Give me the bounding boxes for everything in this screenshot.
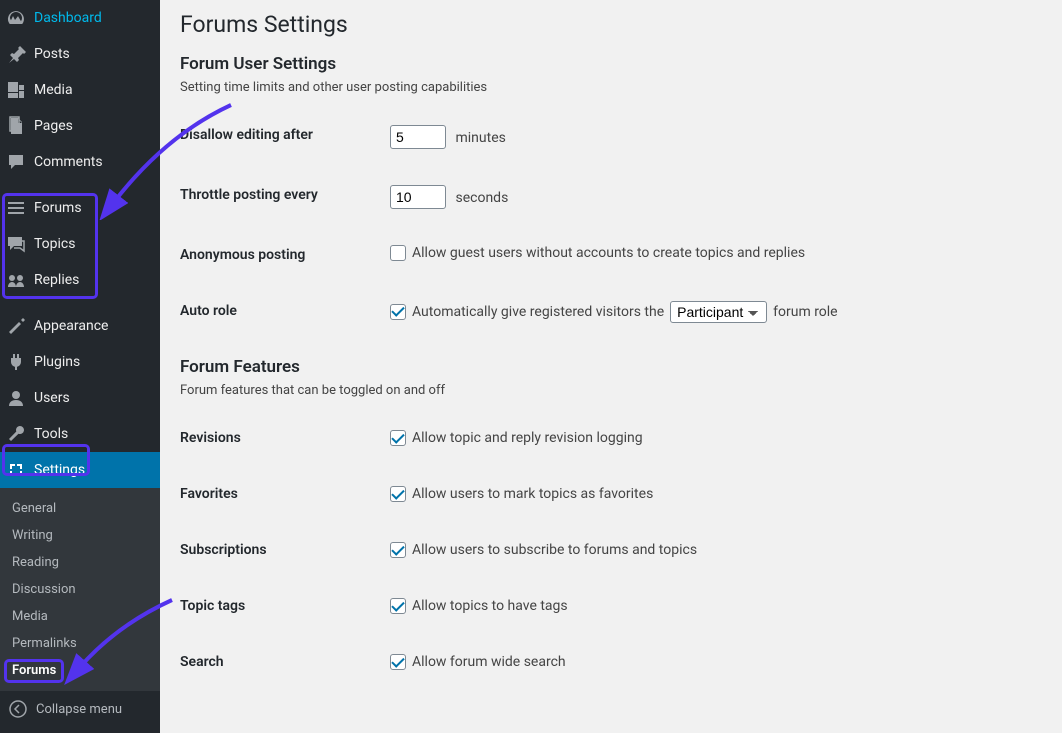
sidebar-item-appearance[interactable]: Appearance: [0, 308, 160, 344]
pages-icon: [6, 116, 26, 136]
section-description: Setting time limits and other user posti…: [180, 80, 1042, 95]
feature-option-search[interactable]: Allow forum wide search: [390, 654, 566, 670]
dashboard-icon: [6, 8, 26, 28]
settings-submenu: General Writing Reading Discussion Media…: [0, 488, 160, 691]
feature-checkbox[interactable]: [390, 542, 406, 558]
sidebar-item-media[interactable]: Media: [0, 72, 160, 108]
sidebar-item-label: Media: [34, 82, 152, 98]
disallow-editing-input[interactable]: [390, 125, 446, 149]
sidebar-item-label: Settings: [34, 462, 152, 478]
anonymous-posting-option[interactable]: Allow guest users without accounts to cr…: [390, 245, 805, 261]
settings-icon: [6, 460, 26, 480]
submenu-item-general[interactable]: General: [0, 495, 160, 522]
autorole-select[interactable]: Participant: [670, 301, 767, 323]
sidebar-item-label: Topics: [34, 236, 152, 252]
row-label-throttle: Throttle posting every: [180, 167, 380, 227]
autorole-label-before: Automatically give registered visitors t…: [412, 304, 664, 320]
sidebar-item-label: Replies: [34, 272, 152, 288]
tools-icon: [6, 424, 26, 444]
row-label-disallow-editing: Disallow editing after: [180, 107, 380, 167]
sidebar-item-comments[interactable]: Comments: [0, 144, 160, 180]
user-settings-table: Disallow editing after minutes Throttle …: [180, 107, 1042, 341]
row-label: Subscriptions: [180, 522, 380, 578]
section-description-features: Forum features that can be toggled on an…: [180, 383, 1042, 398]
page-title: Forums Settings: [180, 10, 1042, 40]
throttle-input[interactable]: [390, 185, 446, 209]
plugins-icon: [6, 352, 26, 372]
sidebar-item-label: Plugins: [34, 354, 152, 370]
submenu-item-media[interactable]: Media: [0, 603, 160, 630]
sidebar-item-label: Tools: [34, 426, 152, 442]
section-heading-forum-features: Forum Features: [180, 357, 1042, 377]
feature-option-revisions[interactable]: Allow topic and reply revision logging: [390, 430, 643, 446]
sidebar-item-tools[interactable]: Tools: [0, 416, 160, 452]
unit-minutes: minutes: [455, 130, 505, 146]
feature-option-favorites[interactable]: Allow users to mark topics as favorites: [390, 486, 653, 502]
media-icon: [6, 80, 26, 100]
feature-text: Allow users to subscribe to forums and t…: [412, 542, 697, 558]
collapse-icon: [8, 699, 28, 719]
row-label-anonymous: Anonymous posting: [180, 227, 380, 283]
section-heading-user-settings: Forum User Settings: [180, 54, 1042, 74]
feature-checkbox[interactable]: [390, 486, 406, 502]
sidebar-item-users[interactable]: Users: [0, 380, 160, 416]
anonymous-checkbox-label: Allow guest users without accounts to cr…: [412, 245, 805, 261]
feature-checkbox[interactable]: [390, 430, 406, 446]
sidebar-item-dashboard[interactable]: Dashboard: [0, 0, 160, 36]
sidebar-item-forums[interactable]: Forums: [0, 190, 160, 226]
feature-option-topic-tags[interactable]: Allow topics to have tags: [390, 598, 568, 614]
submenu-item-forums[interactable]: Forums: [0, 657, 160, 684]
row-label: Search: [180, 634, 380, 690]
row-label-autorole: Auto role: [180, 283, 380, 341]
submenu-item-writing[interactable]: Writing: [0, 522, 160, 549]
feature-option-subscriptions[interactable]: Allow users to subscribe to forums and t…: [390, 542, 697, 558]
submenu-item-reading[interactable]: Reading: [0, 549, 160, 576]
feature-text: Allow topic and reply revision logging: [412, 430, 643, 446]
sidebar-item-settings[interactable]: Settings: [0, 452, 160, 488]
replies-icon: [6, 270, 26, 290]
forums-icon: [6, 198, 26, 218]
feature-text: Allow topics to have tags: [412, 598, 568, 614]
pin-icon: [6, 44, 26, 64]
submenu-item-discussion[interactable]: Discussion: [0, 576, 160, 603]
admin-sidebar: Dashboard Posts Media Pages Comments For…: [0, 0, 160, 733]
comments-icon: [6, 152, 26, 172]
sidebar-item-label: Comments: [34, 154, 152, 170]
auto-role-option[interactable]: Automatically give registered visitors t…: [390, 301, 838, 323]
row-label: Topic tags: [180, 578, 380, 634]
main-content: Forums Settings Forum User Settings Sett…: [160, 0, 1062, 733]
anonymous-checkbox[interactable]: [390, 245, 406, 261]
feature-text: Allow forum wide search: [412, 654, 566, 670]
sidebar-item-pages[interactable]: Pages: [0, 108, 160, 144]
sidebar-item-replies[interactable]: Replies: [0, 262, 160, 298]
sidebar-item-label: Appearance: [34, 318, 152, 334]
collapse-label: Collapse menu: [36, 702, 122, 717]
unit-seconds: seconds: [455, 190, 508, 206]
forum-features-table: Revisions Allow topic and reply revision…: [180, 410, 1042, 690]
feature-checkbox[interactable]: [390, 598, 406, 614]
feature-text: Allow users to mark topics as favorites: [412, 486, 653, 502]
sidebar-item-label: Dashboard: [34, 10, 152, 26]
sidebar-item-topics[interactable]: Topics: [0, 226, 160, 262]
sidebar-item-label: Users: [34, 390, 152, 406]
autorole-checkbox[interactable]: [390, 304, 406, 320]
feature-checkbox[interactable]: [390, 654, 406, 670]
sidebar-item-label: Pages: [34, 118, 152, 134]
sidebar-item-label: Posts: [34, 46, 152, 62]
users-icon: [6, 388, 26, 408]
sidebar-item-label: Forums: [34, 200, 152, 216]
appearance-icon: [6, 316, 26, 336]
sidebar-item-plugins[interactable]: Plugins: [0, 344, 160, 380]
submenu-item-permalinks[interactable]: Permalinks: [0, 630, 160, 657]
collapse-menu[interactable]: Collapse menu: [0, 691, 160, 727]
row-label: Favorites: [180, 466, 380, 522]
row-label: Revisions: [180, 410, 380, 466]
autorole-label-after: forum role: [773, 304, 837, 320]
sidebar-item-posts[interactable]: Posts: [0, 36, 160, 72]
topics-icon: [6, 234, 26, 254]
